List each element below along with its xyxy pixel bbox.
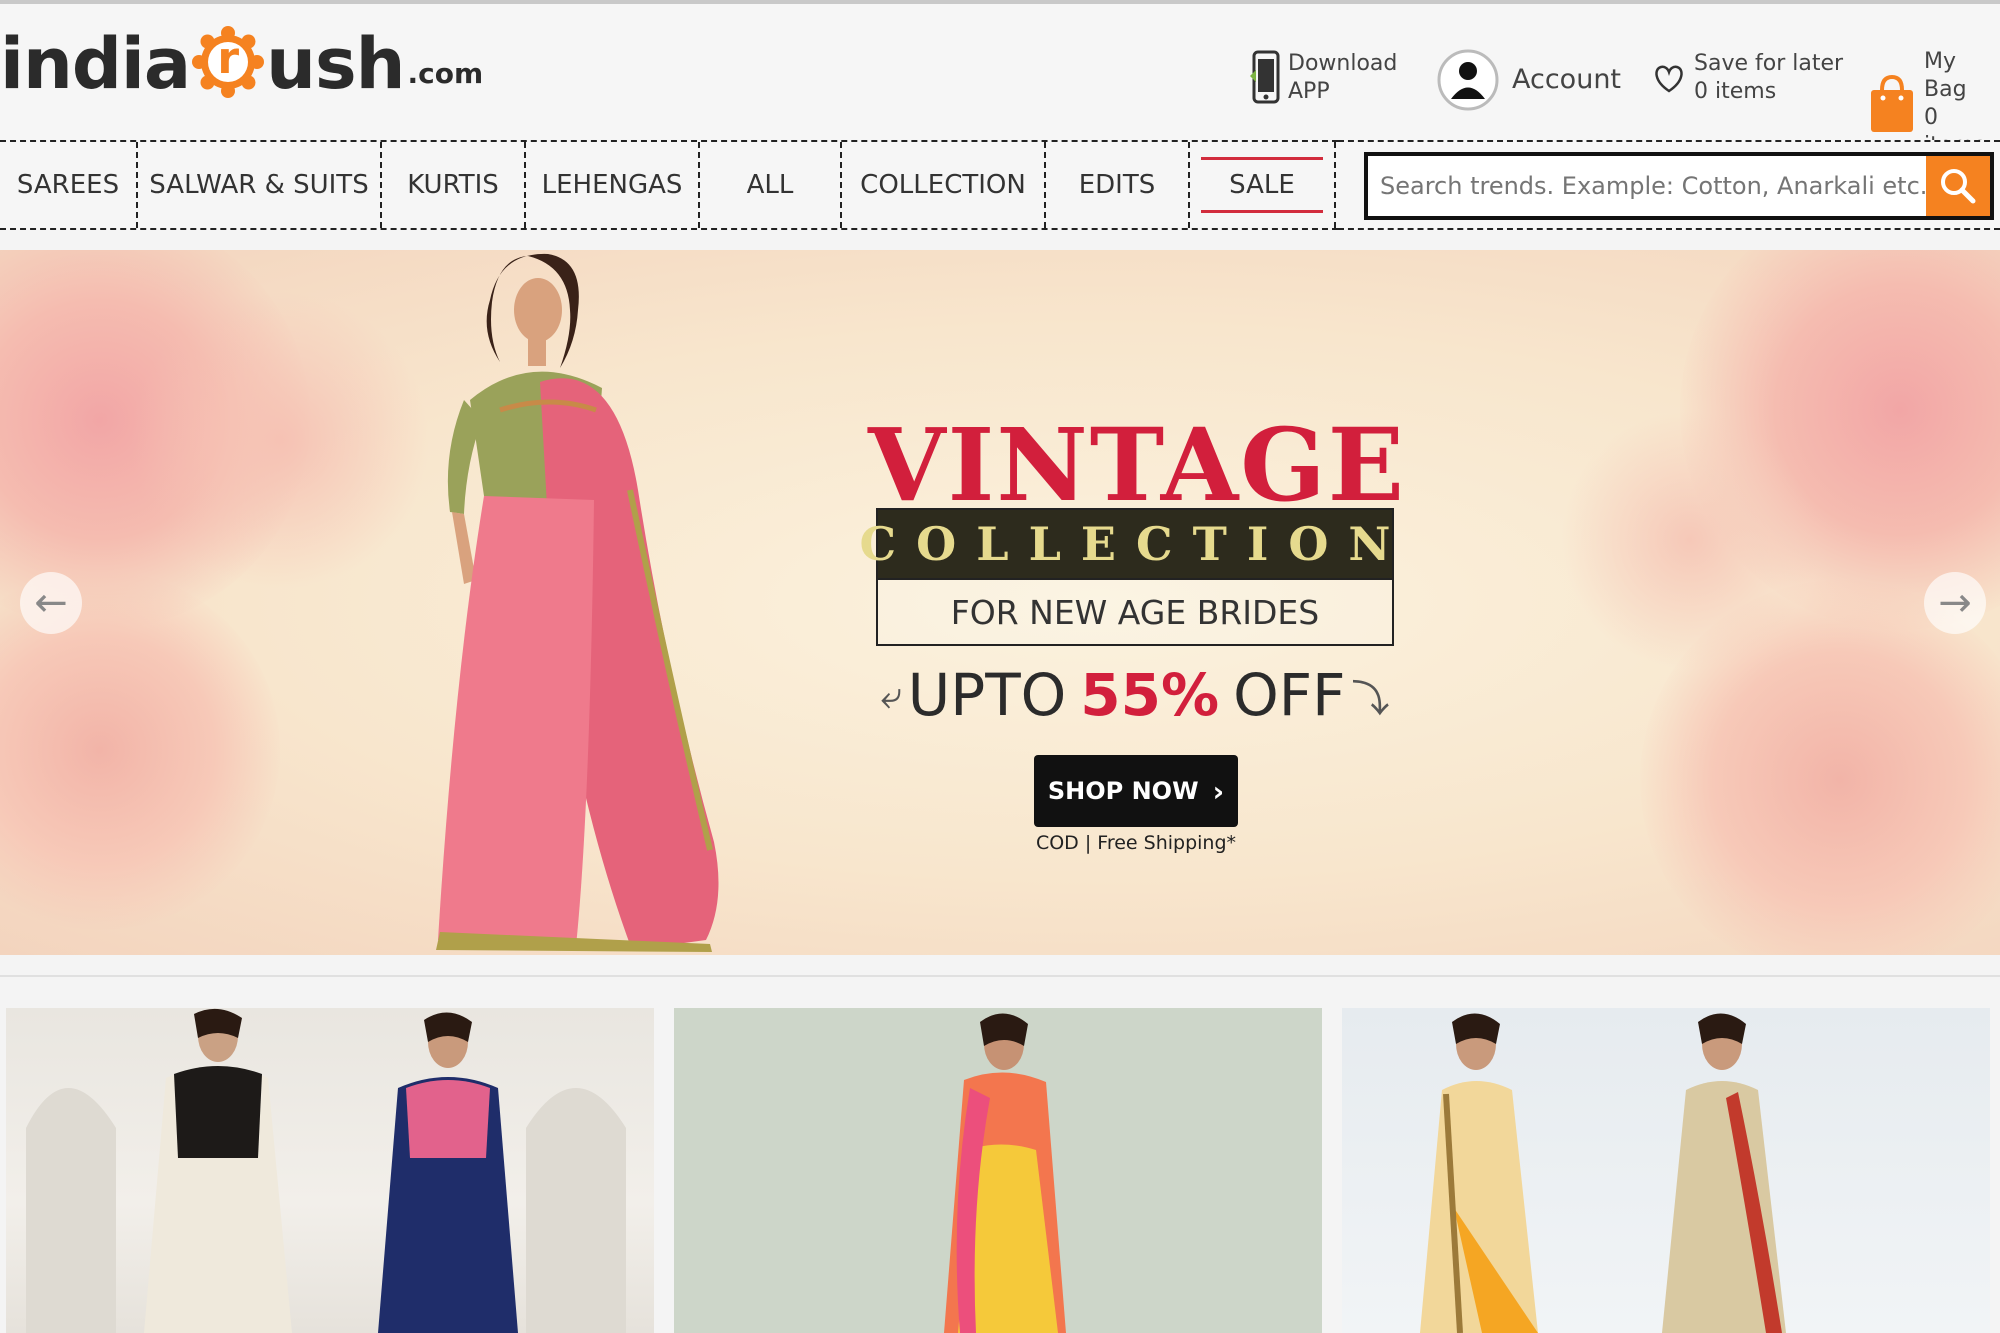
download-label-1: Download bbox=[1288, 51, 1398, 76]
chevron-right-icon: › bbox=[1212, 774, 1225, 808]
logo-suffix: .com bbox=[407, 57, 484, 90]
logo-text-left: india bbox=[0, 23, 191, 105]
shop-now-button[interactable]: SHOP NOW › bbox=[1034, 755, 1238, 827]
heart-icon bbox=[1652, 61, 1686, 95]
arrow-left-icon: ← bbox=[34, 580, 68, 626]
nav-collection[interactable]: COLLECTION bbox=[842, 142, 1046, 228]
ornament-left-icon: ⤶ bbox=[880, 672, 902, 717]
prev-slide-button[interactable]: ← bbox=[20, 572, 82, 634]
account-label: Account bbox=[1512, 64, 1622, 95]
logo-badge-letter: r bbox=[217, 33, 240, 84]
promo-tile-lehenga[interactable] bbox=[674, 1008, 1322, 1333]
banner-tagline: FOR NEW AGE BRIDES bbox=[876, 580, 1394, 646]
logo-badge-icon: r bbox=[192, 26, 265, 98]
save-later-count: 0 items bbox=[1694, 79, 1777, 104]
phone-icon bbox=[1248, 50, 1282, 106]
offer-suffix: OFF bbox=[1233, 661, 1346, 729]
download-label-2: APP bbox=[1288, 79, 1330, 104]
nav-sale-label: SALE bbox=[1201, 157, 1323, 213]
banner-note: COD | Free Shipping* bbox=[1035, 832, 1237, 854]
nav-lehengas[interactable]: LEHENGAS bbox=[526, 142, 700, 228]
nav-salwar-suits[interactable]: SALWAR & SUITS bbox=[138, 142, 382, 228]
search-box bbox=[1364, 152, 1994, 220]
arrow-right-icon: → bbox=[1938, 580, 1972, 626]
site-logo[interactable]: india r ush .com bbox=[0, 24, 483, 104]
nav-sale[interactable]: SALE bbox=[1190, 142, 1336, 228]
banner-offer: ⤶ UPTO 55% OFF ⤵ bbox=[870, 650, 1400, 740]
site-header: india r ush .com Download APP Account Sa… bbox=[0, 4, 2000, 158]
main-nav: SAREES SALWAR & SUITS KURTIS LEHENGAS AL… bbox=[0, 140, 1338, 230]
tile-image-lehenga bbox=[944, 1013, 1066, 1333]
user-icon bbox=[1436, 48, 1500, 112]
section-divider bbox=[0, 975, 2000, 977]
nav-edits[interactable]: EDITS bbox=[1046, 142, 1190, 228]
decor-flower bbox=[1560, 410, 1820, 670]
hero-banner[interactable]: ← → VINTAGE COLLECTION FOR NEW AGE BRIDE… bbox=[0, 250, 2000, 955]
promo-tile-anarkali[interactable] bbox=[6, 1008, 654, 1333]
tile-image-gowns bbox=[26, 1008, 626, 1333]
logo-text-right: ush bbox=[266, 23, 405, 105]
banner-title: VINTAGE bbox=[868, 406, 1406, 524]
nav-kurtis[interactable]: KURTIS bbox=[382, 142, 526, 228]
save-for-later-link[interactable]: Save for later 0 items bbox=[1652, 50, 1843, 106]
save-later-label: Save for later bbox=[1694, 51, 1844, 76]
offer-value: 55% bbox=[1080, 661, 1220, 729]
offer-prefix: UPTO bbox=[907, 661, 1067, 729]
search-input[interactable] bbox=[1368, 156, 1926, 216]
nav-sarees[interactable]: SAREES bbox=[0, 142, 138, 228]
shop-now-label: SHOP NOW bbox=[1047, 777, 1199, 805]
tile-image-sarees bbox=[1420, 1013, 1786, 1333]
my-bag-label: My Bag bbox=[1924, 49, 1967, 102]
promo-tile-sarees[interactable] bbox=[1342, 1008, 1990, 1333]
model-image bbox=[436, 253, 719, 952]
search-icon bbox=[1938, 166, 1978, 206]
ornament-right-icon: ⤵ bbox=[1351, 676, 1390, 721]
search-button[interactable] bbox=[1926, 156, 1990, 216]
next-slide-button[interactable]: → bbox=[1924, 572, 1986, 634]
shopping-bag-icon bbox=[1868, 72, 1916, 136]
account-link[interactable]: Account bbox=[1436, 48, 1621, 112]
nav-all[interactable]: ALL bbox=[700, 142, 842, 228]
banner-subtitle: COLLECTION bbox=[859, 517, 1411, 571]
banner-subtitle-box: COLLECTION bbox=[859, 508, 1411, 580]
download-app-link[interactable]: Download APP bbox=[1248, 50, 1397, 106]
